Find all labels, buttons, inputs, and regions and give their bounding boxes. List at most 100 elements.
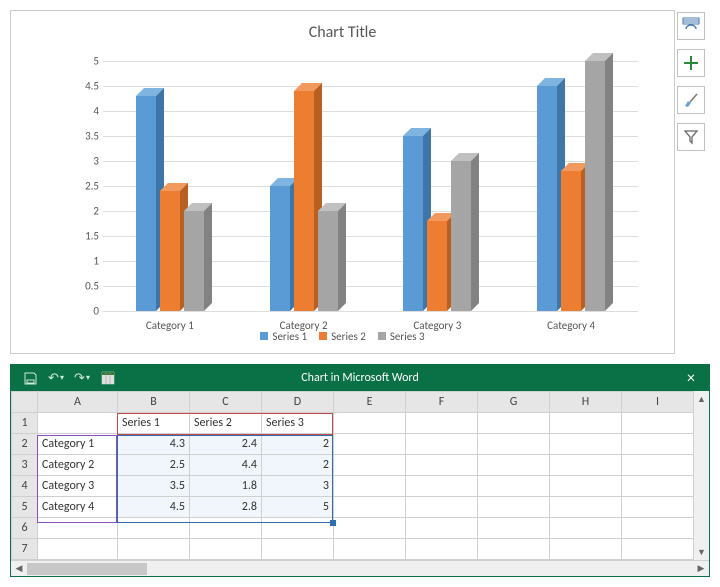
cell[interactable] (334, 518, 406, 539)
scroll-up-arrow[interactable]: ▲ (694, 391, 709, 407)
cell[interactable]: 3 (262, 476, 334, 497)
chart-legend[interactable]: Series 1 Series 2 Series 3 (11, 330, 674, 344)
row-header[interactable]: 5 (12, 497, 38, 518)
cell[interactable]: Category 3 (38, 476, 118, 497)
cell[interactable] (262, 518, 334, 539)
cell[interactable] (550, 455, 622, 476)
save-button[interactable] (19, 368, 41, 388)
bar[interactable] (403, 136, 423, 311)
horizontal-scrollbar[interactable]: ◀ ▶ (11, 560, 709, 576)
cell[interactable] (334, 476, 406, 497)
cell[interactable] (334, 539, 406, 560)
cell[interactable] (406, 476, 478, 497)
cell[interactable] (550, 476, 622, 497)
cell[interactable] (622, 455, 694, 476)
column-header[interactable]: F (406, 392, 478, 413)
cell[interactable]: Series 1 (118, 413, 190, 434)
cell[interactable]: 1.8 (190, 476, 262, 497)
cell[interactable] (190, 518, 262, 539)
select-all-corner[interactable] (12, 392, 38, 413)
cell[interactable] (334, 413, 406, 434)
cell[interactable]: 2.8 (190, 497, 262, 518)
cell[interactable]: 2.4 (190, 434, 262, 455)
cell[interactable] (406, 539, 478, 560)
cell[interactable] (478, 476, 550, 497)
row-header[interactable]: 3 (12, 455, 38, 476)
legend-item[interactable]: Series 2 (319, 330, 366, 343)
bar[interactable] (184, 211, 204, 311)
bar[interactable] (537, 86, 557, 311)
column-header[interactable]: E (334, 392, 406, 413)
cell[interactable] (38, 413, 118, 434)
cell[interactable] (550, 497, 622, 518)
cell[interactable] (262, 539, 334, 560)
column-header[interactable]: D (262, 392, 334, 413)
spreadsheet-area[interactable]: ABCDEFGHI1Series 1Series 2Series 32Categ… (11, 391, 709, 560)
cell[interactable]: Category 4 (38, 497, 118, 518)
column-header[interactable]: A (38, 392, 118, 413)
cell[interactable] (550, 434, 622, 455)
cell[interactable] (478, 539, 550, 560)
legend-item[interactable]: Series 1 (260, 330, 307, 343)
bar[interactable] (160, 191, 180, 311)
chart-elements-button[interactable] (677, 49, 705, 77)
cell[interactable] (622, 413, 694, 434)
chart-container[interactable]: Chart Title 00.511.522.533.544.55 Catego… (10, 10, 675, 354)
column-header[interactable]: I (622, 392, 694, 413)
cell[interactable]: Category 2 (38, 455, 118, 476)
cell[interactable] (550, 413, 622, 434)
vertical-scrollbar[interactable]: ▲ ▼ (693, 391, 709, 560)
bar[interactable] (561, 171, 581, 311)
cell[interactable] (406, 497, 478, 518)
cell[interactable] (334, 434, 406, 455)
cell[interactable]: 3.5 (118, 476, 190, 497)
bar[interactable] (427, 221, 447, 311)
bar[interactable] (585, 61, 605, 311)
cell[interactable]: Category 1 (38, 434, 118, 455)
cell[interactable] (406, 434, 478, 455)
cell[interactable]: 2 (262, 434, 334, 455)
scrollbar-thumb[interactable] (27, 563, 147, 575)
row-header[interactable]: 1 (12, 413, 38, 434)
cell[interactable] (622, 497, 694, 518)
column-header[interactable]: C (190, 392, 262, 413)
row-header[interactable]: 7 (12, 539, 38, 560)
cell[interactable]: Series 3 (262, 413, 334, 434)
column-header[interactable]: H (550, 392, 622, 413)
cell[interactable] (478, 455, 550, 476)
edit-data-button[interactable] (97, 368, 119, 388)
cell[interactable] (622, 539, 694, 560)
cell[interactable] (334, 455, 406, 476)
row-header[interactable]: 2 (12, 434, 38, 455)
scroll-left-arrow[interactable]: ◀ (11, 563, 27, 574)
cell[interactable]: 2 (262, 455, 334, 476)
cell[interactable]: 4.4 (190, 455, 262, 476)
cell[interactable] (190, 539, 262, 560)
layout-options-button[interactable] (677, 12, 705, 40)
scrollbar-track[interactable] (27, 561, 693, 576)
cell[interactable] (334, 497, 406, 518)
chart-filters-button[interactable] (677, 123, 705, 151)
data-grid[interactable]: ABCDEFGHI1Series 1Series 2Series 32Categ… (11, 391, 710, 560)
row-header[interactable]: 6 (12, 518, 38, 539)
close-button[interactable]: × (679, 369, 703, 388)
row-header[interactable]: 4 (12, 476, 38, 497)
column-header[interactable]: G (478, 392, 550, 413)
bar[interactable] (451, 161, 471, 311)
plot-area[interactable]: 00.511.522.533.544.55 Category 1Category… (103, 61, 638, 311)
scroll-down-arrow[interactable]: ▼ (694, 544, 709, 560)
legend-item[interactable]: Series 3 (378, 330, 425, 343)
cell[interactable] (622, 518, 694, 539)
cell[interactable] (478, 413, 550, 434)
cell[interactable]: 5 (262, 497, 334, 518)
cell[interactable] (622, 476, 694, 497)
cell[interactable] (478, 518, 550, 539)
cell[interactable] (406, 413, 478, 434)
cell[interactable] (118, 539, 190, 560)
cell[interactable] (118, 518, 190, 539)
cell[interactable]: Series 2 (190, 413, 262, 434)
cell[interactable] (38, 539, 118, 560)
bar[interactable] (270, 186, 290, 311)
cell[interactable] (622, 434, 694, 455)
cell[interactable] (478, 434, 550, 455)
